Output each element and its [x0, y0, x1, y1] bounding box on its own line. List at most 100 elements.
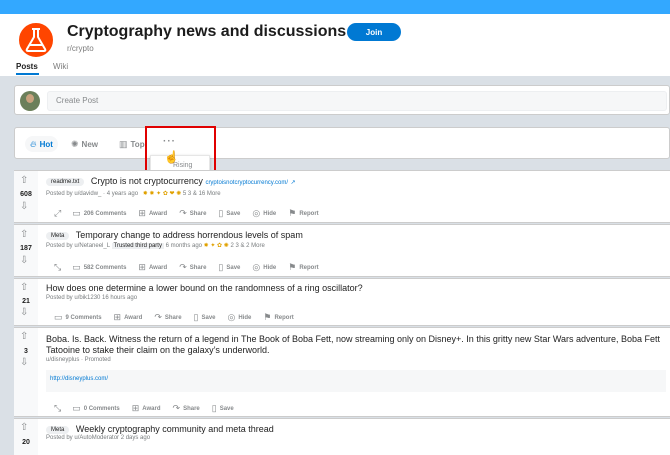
comments-button[interactable]: ⤢ ▭ 206 Comments	[54, 208, 126, 219]
post-flair[interactable]: Meta	[46, 231, 70, 240]
hide-button[interactable]: ◎ Hide	[252, 208, 276, 219]
save-button[interactable]: ▯ Save	[194, 312, 216, 323]
vote-column: ⇧ 608 ⇩	[14, 171, 38, 222]
sort-top-button[interactable]: ▥ Top	[119, 136, 145, 152]
bookmark-icon: ▯	[218, 208, 224, 218]
bar-chart-icon: ▥	[119, 138, 128, 149]
post-title-continued[interactable]: Tatooine to stake their claim on the gal…	[46, 345, 269, 355]
eye-icon: ◎	[252, 262, 261, 272]
post-title[interactable]: Temporary change to address horrendous l…	[76, 230, 303, 240]
subreddit-icon[interactable]	[16, 20, 56, 60]
share-icon: ↷	[179, 208, 187, 218]
comment-icon: ▭	[72, 403, 81, 413]
post-link[interactable]: cryptoisnotcryptocurrency.com/	[205, 180, 288, 186]
report-button[interactable]: ⚑ Report	[263, 312, 293, 323]
flag-icon: ⚑	[263, 312, 272, 322]
vote-count: 20	[22, 439, 30, 446]
share-button[interactable]: ↷ Share	[154, 312, 181, 323]
subreddit-name: r/crypto	[67, 44, 94, 53]
bookmark-icon: ▯	[218, 262, 224, 272]
avatar[interactable]	[20, 91, 40, 111]
join-button[interactable]: Join	[347, 23, 401, 41]
vote-column: ⇧ 21 ⇩	[14, 279, 38, 325]
upvote-icon[interactable]: ⇧	[20, 282, 28, 293]
downvote-icon[interactable]: ⇩	[20, 357, 28, 368]
save-button[interactable]: ▯ Save	[218, 262, 240, 273]
award-icons: ✸ ✦ ✿ ✺	[203, 243, 229, 249]
gift-icon: ⊞	[131, 403, 140, 413]
post-meta: Posted by u/AutoModerator 2 days ago	[46, 435, 151, 441]
flame-icon: 🔥︎	[30, 138, 37, 149]
post-meta: Posted by u/Netaneel_L	[46, 243, 110, 249]
sort-bar: 🔥︎ Hot ✺ New ▥ Top ···	[14, 127, 670, 159]
flag-icon: ⚑	[288, 262, 297, 272]
award-button[interactable]: ⊞ Award	[138, 208, 167, 219]
tab-wiki[interactable]: Wiki	[53, 62, 68, 71]
expand-icon: ⤢	[54, 208, 62, 218]
hand-cursor-icon: ☝	[164, 150, 179, 164]
save-button[interactable]: ▯ Save	[212, 403, 234, 414]
top-bar	[0, 0, 670, 14]
create-post-bar: Create Post	[14, 85, 670, 115]
downvote-icon[interactable]: ⇩	[20, 307, 28, 318]
create-post-input[interactable]: Create Post	[47, 91, 667, 111]
bookmark-icon: ▯	[211, 403, 217, 413]
share-button[interactable]: ↷ Share	[179, 208, 206, 219]
gift-icon: ⊞	[138, 262, 146, 272]
promoted-link[interactable]: http://disneyplus.com/	[46, 370, 666, 392]
comments-button[interactable]: ⤡ ▭ 0 Comments	[54, 403, 120, 414]
post-title[interactable]: Crypto is not cryptocurrency	[91, 176, 203, 186]
sort-hot-button[interactable]: 🔥︎ Hot	[25, 136, 58, 152]
post-flair[interactable]: readme.txt	[46, 177, 85, 186]
post-card[interactable]: ⇧ 187 ⇩ Meta Temporary change to address…	[14, 224, 670, 277]
flag-icon: ⚑	[288, 208, 297, 218]
award-button[interactable]: ⊞ Award	[114, 312, 143, 323]
comments-button[interactable]: ⤡ ▭ 582 Comments	[54, 262, 126, 273]
post-card[interactable]: ⇧ 608 ⇩ readme.txt Crypto is not cryptoc…	[14, 170, 670, 223]
save-button[interactable]: ▯ Save	[218, 208, 240, 219]
eye-icon: ◎	[252, 208, 261, 218]
hide-button[interactable]: ◎ Hide	[228, 312, 252, 323]
post-title[interactable]: Weekly cryptography community and meta t…	[76, 424, 274, 434]
comment-icon: ▭	[72, 262, 81, 272]
vote-column: ⇧ 3 ⇩	[14, 328, 38, 416]
share-icon: ↷	[179, 262, 187, 272]
report-button[interactable]: ⚑ Report	[288, 262, 318, 273]
post-title[interactable]: How does one determine a lower bound on …	[46, 283, 363, 293]
sort-new-button[interactable]: ✺ New	[71, 136, 98, 152]
vote-count: 608	[20, 191, 32, 198]
post-card[interactable]: ⇧ 21 ⇩ How does one determine a lower bo…	[14, 278, 670, 326]
post-time: 6 months ago	[165, 243, 202, 249]
post-meta: Posted by u/bik1230 16 hours ago	[46, 295, 138, 301]
active-tab-indicator	[16, 73, 39, 75]
post-title[interactable]: Boba. Is. Back. Witness the return of a …	[46, 334, 660, 344]
award-button[interactable]: ⊞ Award	[132, 403, 161, 414]
post-meta: u/disneyplus · Promoted	[46, 357, 111, 363]
award-button[interactable]: ⊞ Award	[138, 262, 167, 273]
sort-new-label: New	[81, 139, 98, 149]
downvote-icon[interactable]: ⇩	[20, 201, 28, 212]
expand-icon: ⤡	[54, 262, 62, 272]
vote-count: 3	[24, 348, 28, 355]
upvote-icon[interactable]: ⇧	[20, 229, 28, 240]
report-button[interactable]: ⚑ Report	[288, 208, 318, 219]
comments-button[interactable]: ▭ 9 Comments	[54, 312, 102, 323]
upvote-icon[interactable]: ⇧	[20, 422, 28, 433]
post-flair[interactable]: Meta	[46, 425, 70, 434]
share-icon: ↷	[154, 312, 162, 322]
share-button[interactable]: ↷ Share	[173, 403, 200, 414]
downvote-icon[interactable]: ⇩	[20, 255, 28, 266]
upvote-icon[interactable]: ⇧	[20, 175, 28, 186]
tab-posts[interactable]: Posts	[16, 62, 38, 71]
upvote-icon[interactable]: ⇧	[20, 331, 28, 342]
award-count: 5 3 & 16 More	[182, 191, 221, 197]
hide-button[interactable]: ◎ Hide	[252, 262, 276, 273]
post-card[interactable]: ⇧ 20 Meta Weekly cryptography community …	[14, 418, 670, 455]
user-flair: Trusted third party	[111, 243, 164, 249]
promoted-post-card[interactable]: ⇧ 3 ⇩ Boba. Is. Back. Witness the return…	[14, 327, 670, 417]
gift-icon: ⊞	[138, 208, 146, 218]
page-title: Cryptography news and discussions	[67, 23, 347, 40]
share-button[interactable]: ↷ Share	[179, 262, 206, 273]
vote-count: 187	[20, 245, 32, 252]
subreddit-header: Cryptography news and discussions r/cryp…	[0, 14, 670, 76]
